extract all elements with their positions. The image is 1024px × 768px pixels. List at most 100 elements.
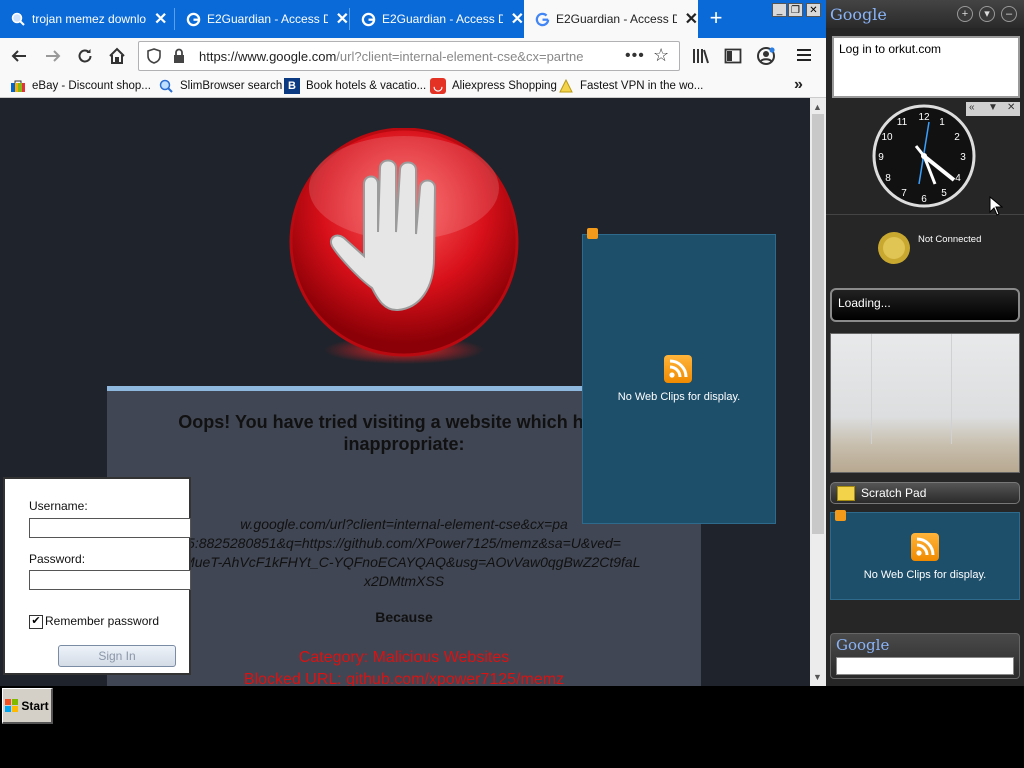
start-button[interactable]: Start (2, 688, 53, 724)
lock-icon[interactable] (173, 48, 185, 69)
bookmark-aliexpress[interactable]: ◡ Aliexpress Shopping (430, 78, 557, 94)
blocked-url-line: Blocked URL: github.com/xpower7125/memz (243, 671, 565, 686)
url-line: 5:8825280851&q=https://github.com/XPower… (187, 535, 621, 551)
sign-in-button[interactable]: Sign In (58, 645, 176, 667)
notepad-icon (837, 486, 855, 501)
reload-button[interactable] (72, 43, 98, 69)
google-search-input[interactable] (836, 657, 1014, 675)
close-tab-icon[interactable]: ✕ (154, 9, 167, 29)
overflow-chevron-icon[interactable]: » (794, 76, 803, 94)
home-icon (109, 47, 125, 64)
reload-icon (78, 49, 92, 63)
close-tab-icon[interactable]: ✕ (336, 9, 349, 29)
password-field[interactable] (29, 570, 191, 590)
scroll-up-icon[interactable]: ▲ (813, 102, 822, 112)
tab-title: trojan memez download (32, 12, 146, 26)
address-bar[interactable]: https://www.google.com/url?client=intern… (138, 41, 680, 71)
home-button[interactable] (104, 43, 130, 69)
username-label: Username: (29, 499, 88, 513)
url-path: /url?client=internal-element-cse&cx=part… (336, 49, 584, 64)
google-logo: Google (830, 5, 887, 24)
url-text[interactable]: https://www.google.com/url?client=intern… (199, 49, 599, 64)
google-search-logo: Google (836, 636, 890, 654)
tab-e2guardian-1[interactable]: E2Guardian - Access De ✕ (175, 0, 349, 38)
close-tab-icon[interactable]: ✕ (511, 9, 524, 29)
svg-text:8: 8 (885, 173, 891, 184)
add-gadget-icon[interactable]: + (957, 6, 973, 22)
restore-icon[interactable]: ❐ (788, 3, 803, 17)
rss-icon (911, 533, 939, 561)
note-text: Log in to orkut.com (839, 42, 942, 56)
svg-text:5: 5 (941, 188, 947, 199)
google-g-icon (185, 11, 201, 27)
bookmark-booking[interactable]: B Book hotels & vacatio... (284, 78, 426, 94)
bookmark-label: SlimBrowser search (180, 80, 283, 92)
dropdown-icon[interactable]: ▼ (988, 102, 998, 113)
star-icon[interactable]: ☆ (653, 45, 669, 66)
rss-icon (664, 355, 692, 383)
web-clips-message: No Web Clips for display. (617, 391, 741, 403)
notes-gadget[interactable]: Log in to orkut.com (832, 36, 1020, 98)
scrollbar-thumb[interactable] (812, 114, 824, 534)
library-icon[interactable] (692, 47, 710, 70)
tab-e2guardian-active[interactable]: E2Guardian - Access De ✕ (524, 0, 698, 38)
bookmark-vpn[interactable]: Fastest VPN in the wo... (558, 78, 703, 94)
blocked-url-text: w.google.com/url?client=internal-element… (107, 515, 701, 591)
google-g-icon (360, 11, 376, 27)
analog-clock: 12 12 3 45 6 78 9 10 11 (872, 104, 976, 208)
bookmark-slimbrowser[interactable]: SlimBrowser search (158, 78, 282, 94)
page-actions-icon[interactable]: ••• (625, 47, 645, 65)
tab-trojan-memez[interactable]: trojan memez download ✕ (0, 0, 173, 38)
shield-icon[interactable] (147, 48, 161, 69)
sidebar-toggle-icon[interactable] (724, 47, 742, 70)
loading-gadget[interactable]: Loading... (830, 288, 1020, 322)
web-clips-sidebar-gadget[interactable]: No Web Clips for display. (830, 512, 1020, 600)
tab-e2guardian-2[interactable]: E2Guardian - Access De ✕ (350, 0, 524, 38)
google-search-gadget: Google (830, 633, 1020, 679)
bookmark-label: eBay - Discount shop... (32, 80, 151, 92)
scratch-pad-label: Scratch Pad (861, 486, 927, 500)
username-field[interactable] (29, 518, 191, 538)
svg-text:9: 9 (878, 152, 884, 163)
account-icon[interactable] (756, 46, 776, 71)
back-arrow-icon (11, 50, 26, 62)
tab-title: E2Guardian - Access De (207, 12, 328, 26)
weather-sun-icon (878, 232, 910, 264)
tab-title: E2Guardian - Access De (556, 12, 677, 26)
bookmark-label: Book hotels & vacatio... (306, 80, 427, 92)
close-window-icon[interactable]: ✕ (806, 3, 821, 17)
svg-text:2: 2 (954, 132, 960, 143)
taskbar: Start (0, 686, 1024, 768)
scratch-pad-gadget[interactable]: Scratch Pad (830, 482, 1020, 504)
url-line: b_MueT-AhVcF1kFHYt_C-YQFnoECAYQAQ&usg=AO… (167, 554, 641, 570)
scroll-down-icon[interactable]: ▼ (813, 672, 822, 682)
svg-text:10: 10 (881, 132, 893, 143)
minimize-icon[interactable]: _ (772, 3, 787, 17)
tab-bar: trojan memez download ✕ E2Guardian - Acc… (0, 0, 826, 38)
web-clips-gadget[interactable]: No Web Clips for display. (582, 234, 776, 524)
svg-text:1: 1 (939, 117, 945, 128)
back-button[interactable] (6, 43, 32, 69)
menu-icon[interactable] (796, 47, 812, 68)
sidebar-minimize-icon[interactable]: – (1001, 6, 1017, 22)
search-icon (158, 78, 174, 94)
svg-text:7: 7 (901, 188, 907, 199)
bookmark-ebay[interactable]: eBay - Discount shop... (10, 78, 151, 94)
close-icon[interactable]: ✕ (1007, 102, 1015, 113)
svg-text:4: 4 (955, 173, 961, 184)
rss-small-icon (835, 510, 846, 521)
vpn-icon (558, 78, 574, 94)
remember-checkbox[interactable]: ✔ (29, 615, 43, 629)
google-g-icon (534, 11, 550, 27)
photo-gadget[interactable] (830, 333, 1020, 473)
new-tab-button[interactable]: + (704, 6, 728, 30)
svg-text:3: 3 (960, 152, 966, 163)
web-clips-message: No Web Clips for display. (863, 569, 987, 581)
forward-button[interactable] (40, 43, 66, 69)
windows-logo-icon (5, 698, 19, 712)
booking-b-icon: B (284, 78, 300, 94)
sidebar-menu-icon[interactable]: ▾ (979, 6, 995, 22)
url-host: https://www.google.com (199, 49, 337, 64)
close-tab-icon[interactable]: ✕ (685, 9, 698, 29)
svg-text:12: 12 (918, 112, 930, 123)
